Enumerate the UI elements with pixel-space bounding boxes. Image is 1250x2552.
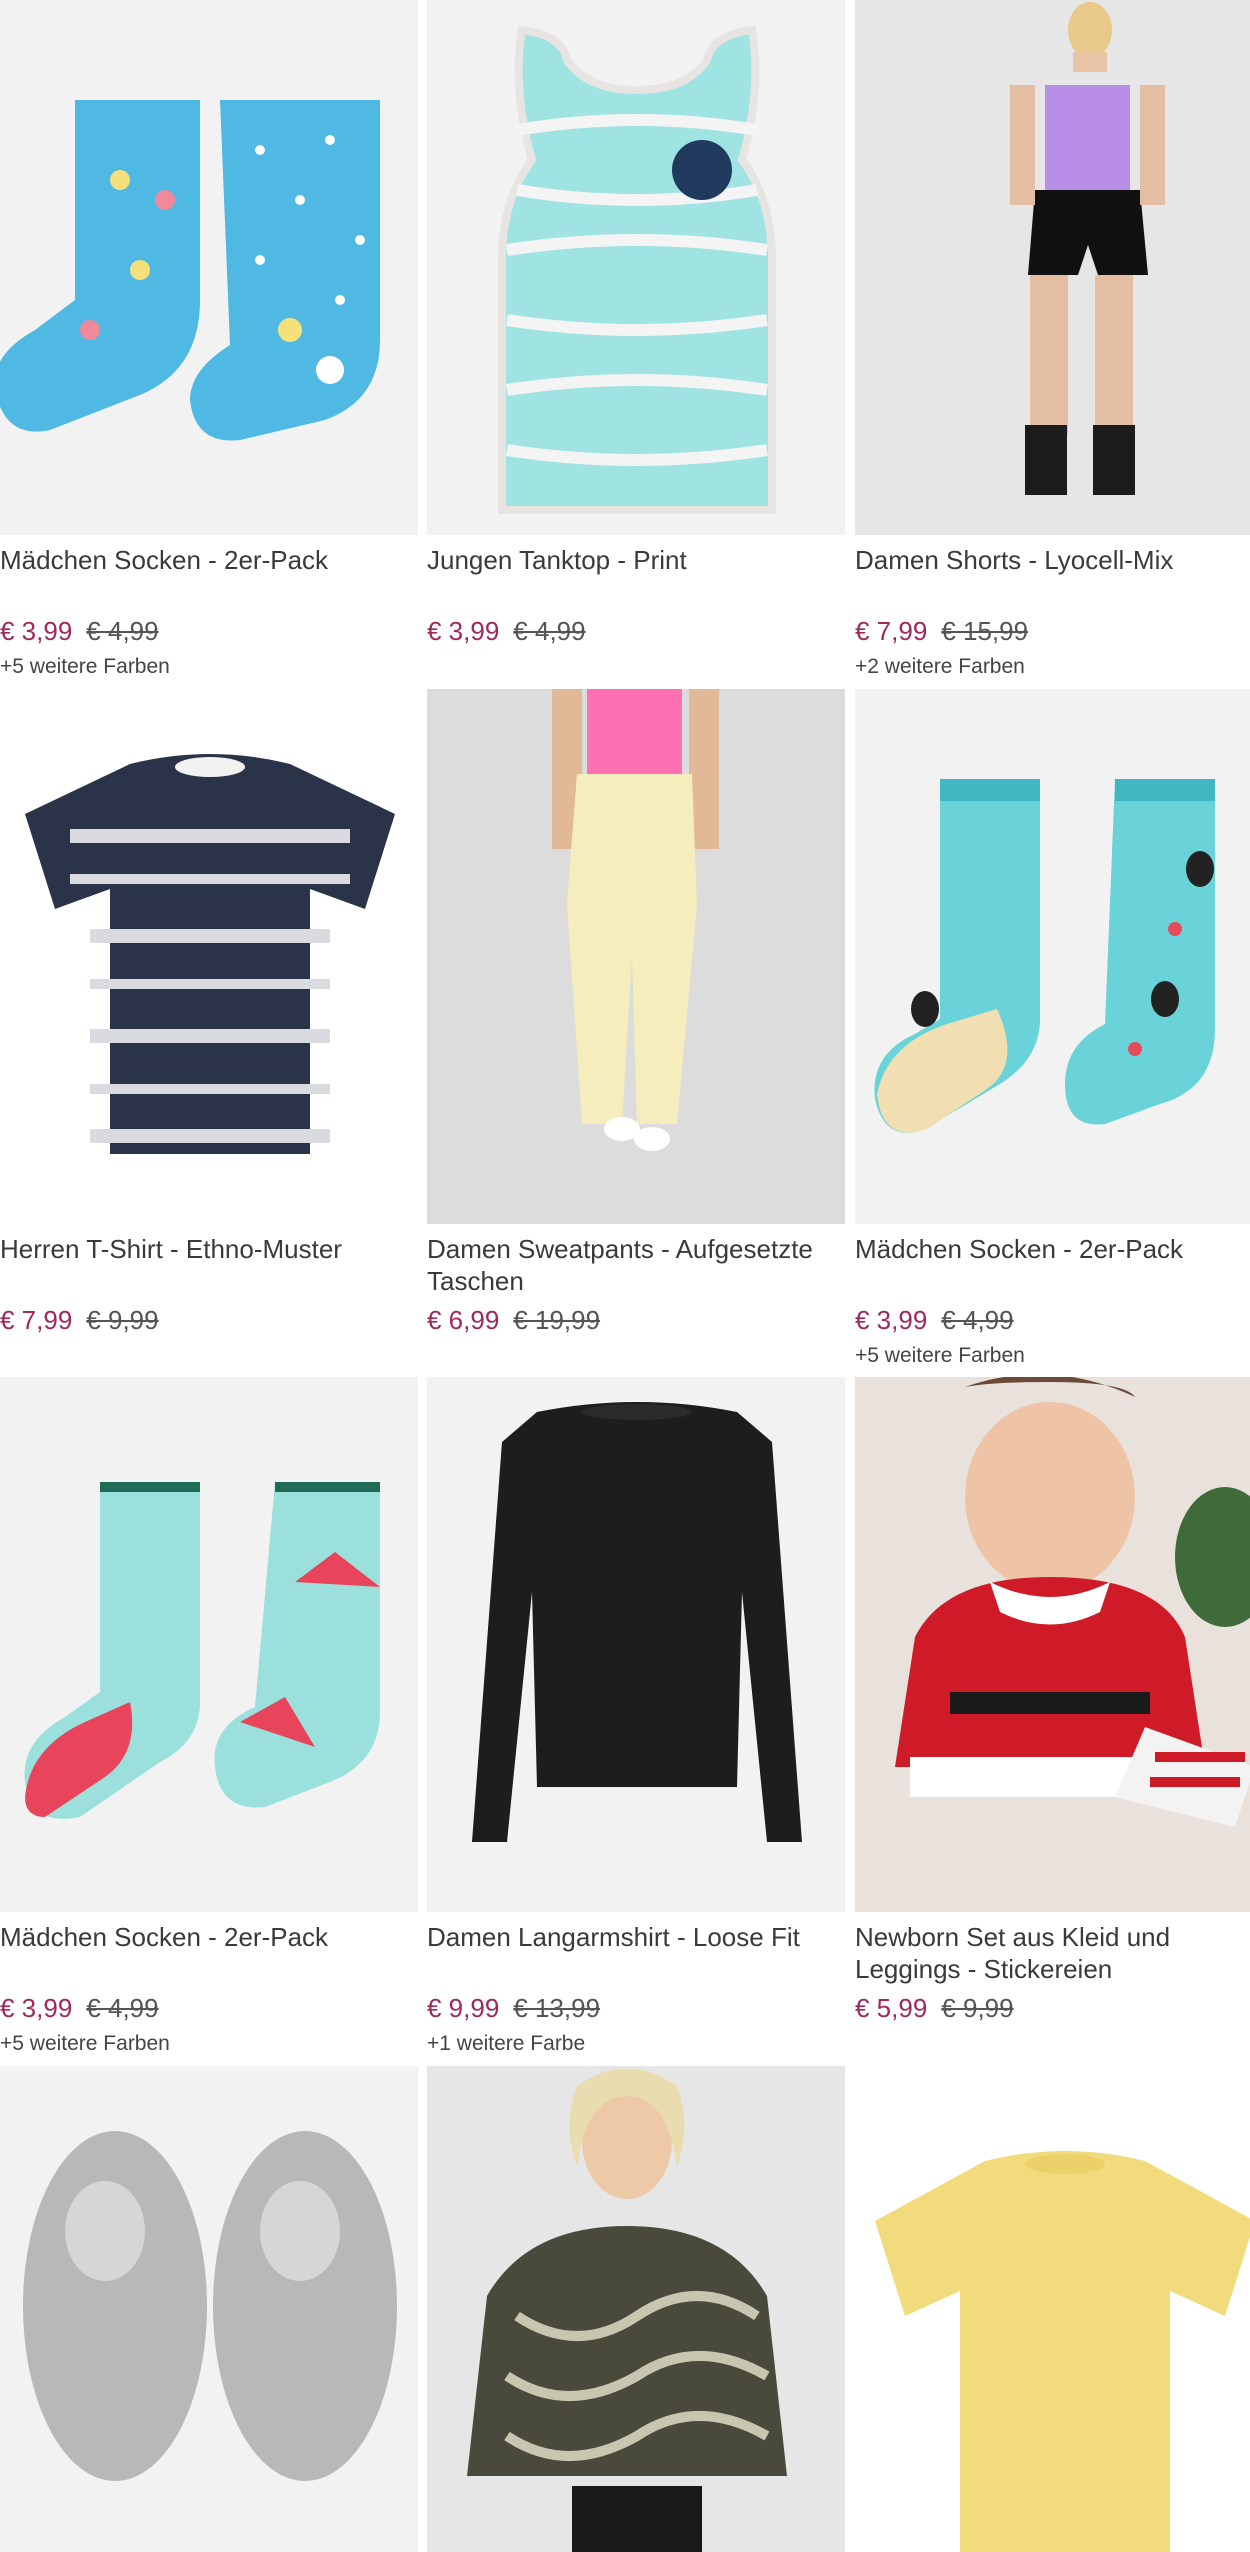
product-title[interactable]: Mädchen Socken - 2er-Pack xyxy=(0,544,416,576)
product-prices: € 3,99 € 4,99 xyxy=(855,1304,1014,1336)
product-price: € 9,99 xyxy=(427,1993,500,2023)
product-image-womens-top-pattern[interactable] xyxy=(427,2066,845,2552)
product-prices: € 7,99 € 15,99 xyxy=(855,615,1028,647)
product-old-price: € 4,99 xyxy=(86,616,159,646)
product-title[interactable]: Damen Shorts - Lyocell-Mix xyxy=(855,544,1250,576)
product-old-price: € 4,99 xyxy=(941,1305,1014,1335)
product-old-price: € 13,99 xyxy=(513,1993,601,2023)
product-price: € 3,99 xyxy=(427,616,500,646)
product-image-boys-tanktop[interactable] xyxy=(427,0,845,535)
product-title[interactable]: Damen Langarmshirt - Loose Fit xyxy=(427,1921,843,1953)
product-more-colors[interactable]: +5 weitere Farben xyxy=(0,654,170,680)
product-image-girls-socks-watermelon[interactable] xyxy=(0,1377,418,1912)
product-price: € 3,99 xyxy=(0,616,73,646)
product-prices: € 5,99 € 9,99 xyxy=(855,1992,1014,2024)
product-prices: € 3,99 € 4,99 xyxy=(0,615,159,647)
product-image-womens-sweatpants[interactable] xyxy=(427,689,845,1224)
product-more-colors[interactable]: +2 weitere Farben xyxy=(855,654,1025,680)
product-old-price: € 9,99 xyxy=(86,1305,159,1335)
product-old-price: € 15,99 xyxy=(941,616,1029,646)
product-image-girls-socks-penguin[interactable] xyxy=(855,689,1250,1224)
product-price: € 6,99 xyxy=(427,1305,500,1335)
product-more-colors[interactable]: +5 weitere Farben xyxy=(855,1343,1025,1369)
product-old-price: € 19,99 xyxy=(513,1305,601,1335)
product-prices: € 6,99 € 19,99 xyxy=(427,1304,600,1336)
product-image-girls-socks-icecream[interactable] xyxy=(0,0,418,535)
product-title[interactable]: Mädchen Socken - 2er-Pack xyxy=(855,1233,1250,1265)
product-image-yellow-tshirt[interactable] xyxy=(855,2066,1250,2552)
product-image-mens-tshirt-ethno[interactable] xyxy=(0,689,418,1224)
product-price: € 5,99 xyxy=(855,1993,928,2023)
product-old-price: € 9,99 xyxy=(941,1993,1014,2023)
product-title[interactable]: Mädchen Socken - 2er-Pack xyxy=(0,1921,416,1953)
product-image-womens-shorts[interactable] xyxy=(855,0,1250,535)
product-old-price: € 4,99 xyxy=(86,1993,159,2023)
product-image-newborn-set[interactable] xyxy=(855,1377,1250,1912)
product-title[interactable]: Damen Sweatpants - Aufgesetzte Taschen xyxy=(427,1233,843,1297)
product-image-womens-longsleeve[interactable] xyxy=(427,1377,845,1912)
product-image-slippers-grey[interactable] xyxy=(0,2066,418,2552)
product-price: € 7,99 xyxy=(855,616,928,646)
product-price: € 3,99 xyxy=(855,1305,928,1335)
product-price: € 3,99 xyxy=(0,1993,73,2023)
product-more-colors[interactable]: +5 weitere Farben xyxy=(0,2031,170,2057)
product-prices: € 3,99 € 4,99 xyxy=(427,615,586,647)
product-prices: € 9,99 € 13,99 xyxy=(427,1992,600,2024)
product-price: € 7,99 xyxy=(0,1305,73,1335)
product-title[interactable]: Newborn Set aus Kleid und Leggings - Sti… xyxy=(855,1921,1250,1985)
product-title[interactable]: Herren T-Shirt - Ethno-Muster xyxy=(0,1233,416,1265)
product-more-colors[interactable]: +1 weitere Farbe xyxy=(427,2031,585,2057)
product-prices: € 7,99 € 9,99 xyxy=(0,1304,159,1336)
product-title[interactable]: Jungen Tanktop - Print xyxy=(427,544,843,576)
product-old-price: € 4,99 xyxy=(513,616,586,646)
product-prices: € 3,99 € 4,99 xyxy=(0,1992,159,2024)
